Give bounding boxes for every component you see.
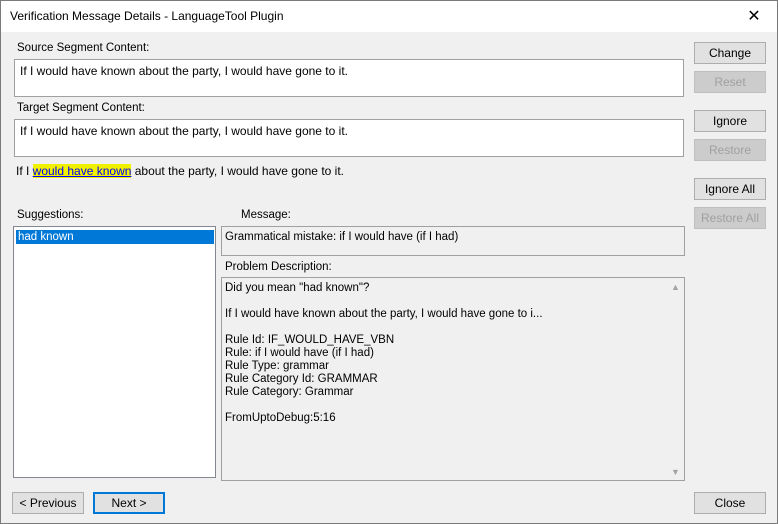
problem-description-box[interactable]: Did you mean "had known"? If I would hav… — [221, 277, 685, 481]
problem-line — [225, 321, 543, 334]
problem-line — [225, 399, 543, 412]
close-button[interactable]: Close — [694, 492, 766, 514]
problem-line: If I would have known about the party, I… — [225, 308, 543, 320]
problem-description-label: Problem Description: — [225, 261, 332, 273]
target-text: If I would have known about the party, I… — [20, 124, 348, 138]
reset-button[interactable]: Reset — [694, 71, 766, 93]
suggestion-item[interactable]: had known — [16, 230, 214, 244]
preview-before: If I — [16, 164, 33, 178]
error-preview: If I would have known about the party, I… — [16, 164, 344, 178]
message-label: Message: — [241, 209, 291, 221]
description-scrollbar[interactable]: ▲ ▼ — [667, 278, 684, 480]
suggestions-label: Suggestions: — [17, 209, 84, 221]
preview-after: about the party, I would have gone to it… — [131, 164, 344, 178]
close-icon[interactable]: ✕ — [735, 1, 773, 31]
problem-line: Rule Category: Grammar — [225, 386, 354, 398]
problem-line — [225, 295, 543, 308]
problem-line: Rule Id: IF_WOULD_HAVE_VBN — [225, 334, 395, 346]
previous-button[interactable]: < Previous — [12, 492, 84, 514]
message-text: Grammatical mistake: if I would have (if… — [225, 231, 459, 243]
problem-line: Rule: if I would have (if I had) — [225, 347, 374, 359]
scroll-down-icon[interactable]: ▼ — [667, 463, 684, 480]
problem-line: FromUptoDebug:5:16 — [225, 412, 336, 424]
scroll-up-icon[interactable]: ▲ — [667, 278, 684, 295]
problem-line: Did you mean "had known"? — [225, 282, 370, 294]
title-bar: Verification Message Details - LanguageT… — [1, 1, 777, 32]
suggestions-list[interactable]: had known — [13, 226, 216, 478]
next-button[interactable]: Next > — [93, 492, 165, 514]
target-label: Target Segment Content: — [17, 102, 145, 114]
dialog-window: Verification Message Details - LanguageT… — [0, 0, 778, 524]
ignore-button[interactable]: Ignore — [694, 110, 766, 132]
source-label: Source Segment Content: — [17, 42, 150, 54]
window-title: Verification Message Details - LanguageT… — [10, 9, 284, 23]
change-button[interactable]: Change — [694, 42, 766, 64]
message-box: Grammatical mistake: if I would have (if… — [221, 226, 685, 256]
problem-line: Rule Category Id: GRAMMAR — [225, 373, 378, 385]
problem-line: Rule Type: grammar — [225, 360, 329, 372]
restore-button[interactable]: Restore — [694, 139, 766, 161]
error-highlight[interactable]: would have known — [32, 164, 132, 178]
source-text: If I would have known about the party, I… — [20, 64, 348, 78]
source-textbox[interactable]: If I would have known about the party, I… — [14, 59, 684, 97]
ignore-all-button[interactable]: Ignore All — [694, 178, 766, 200]
restore-all-button[interactable]: Restore All — [694, 207, 766, 229]
target-textbox[interactable]: If I would have known about the party, I… — [14, 119, 684, 157]
